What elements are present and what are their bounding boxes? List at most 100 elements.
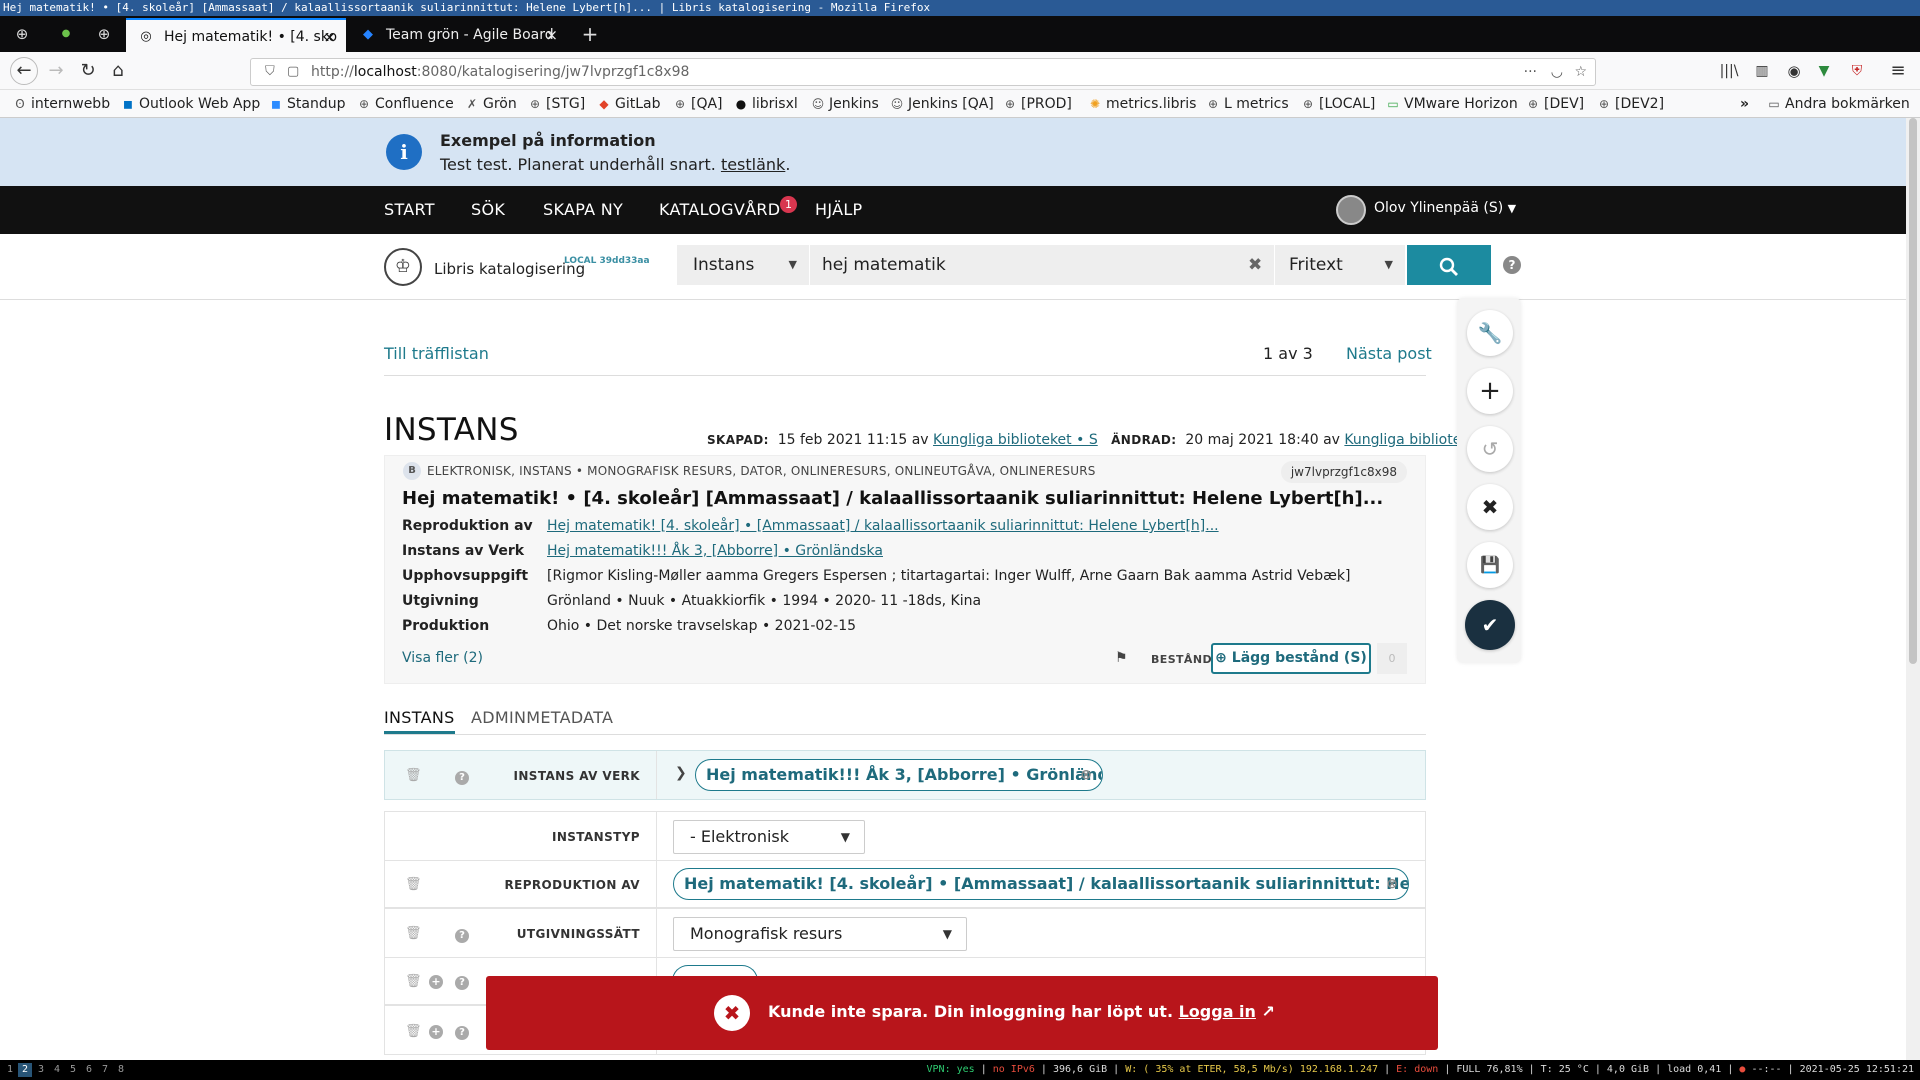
sidebar-icon[interactable]: ▥ bbox=[1750, 60, 1774, 82]
created-by-link[interactable]: Kungliga biblioteket • S bbox=[933, 432, 1098, 448]
login-link[interactable]: Logga in bbox=[1179, 1002, 1256, 1021]
help-icon[interactable]: ? bbox=[455, 974, 469, 990]
bookmark-other[interactable]: ▭ Andra bokmärken bbox=[1766, 94, 1909, 114]
new-tab-button[interactable]: + bbox=[580, 24, 600, 44]
help-icon[interactable]: ? bbox=[455, 769, 469, 785]
nav-start[interactable]: START bbox=[384, 200, 435, 219]
search-mode-select[interactable]: Fritext ▼ bbox=[1275, 245, 1405, 285]
vue-devtools-icon[interactable]: ▼ bbox=[1812, 60, 1836, 82]
reproduction-of-pill[interactable]: Hej matematik! [4. skoleår] • [Ammassaat… bbox=[673, 868, 1409, 900]
home-icon[interactable]: ⌂ bbox=[106, 60, 130, 82]
work-link[interactable]: Hej matematik!!! Åk 3, [Abborre] • Grönl… bbox=[547, 543, 883, 559]
save-and-close-button[interactable]: ✔ bbox=[1465, 600, 1515, 650]
search-input[interactable]: hej matematik bbox=[810, 245, 1274, 285]
remove-icon[interactable]: ⊗ bbox=[1386, 869, 1398, 899]
back-to-results-link[interactable]: Till träfflistan bbox=[384, 344, 489, 363]
add-icon[interactable]: + bbox=[429, 974, 443, 989]
bookmark-confluence[interactable]: ⊕ Confluence bbox=[356, 94, 454, 114]
bookmark-stg[interactable]: ⊕ [STG] bbox=[527, 94, 585, 114]
trash-icon[interactable]: 🗑 bbox=[405, 974, 422, 989]
show-more-link[interactable]: Visa fler (2) bbox=[402, 650, 483, 666]
menu-icon[interactable]: ≡ bbox=[1886, 60, 1910, 82]
tab-instans[interactable]: INSTANS bbox=[384, 708, 455, 734]
globe-icon[interactable]: ⊕ bbox=[12, 24, 32, 44]
bookmark-internwebb[interactable]: ʘ internwebb bbox=[12, 94, 110, 114]
workspace-7[interactable]: 7 bbox=[98, 1063, 112, 1077]
workspace-3[interactable]: 3 bbox=[34, 1063, 48, 1077]
save-button[interactable]: 💾 bbox=[1467, 542, 1513, 588]
nav-skapa-ny[interactable]: SKAPA NY bbox=[543, 200, 623, 219]
tab-agile-board[interactable]: ◆ Team grön - Agile Board × bbox=[348, 18, 568, 52]
search-button[interactable] bbox=[1407, 245, 1491, 285]
pocket-icon[interactable]: ◡ bbox=[1551, 59, 1563, 85]
bookmark-qa[interactable]: ⊕ [QA] bbox=[672, 94, 723, 114]
shield-icon[interactable]: ⛉ bbox=[265, 59, 275, 85]
bookmark-vmware[interactable]: ▭ VMware Horizon bbox=[1385, 94, 1517, 114]
nav-hjalp[interactable]: HJÄLP bbox=[815, 200, 862, 219]
help-icon[interactable]: ? bbox=[1503, 256, 1521, 274]
user-menu[interactable]: Olov Ylinenpää (S) ▼ bbox=[1374, 200, 1516, 216]
trash-icon[interactable]: 🗑 bbox=[405, 926, 422, 941]
help-icon[interactable]: ? bbox=[455, 927, 469, 943]
reproduction-link[interactable]: Hej matematik! [4. skoleår] • [Ammassaat… bbox=[547, 518, 1219, 534]
bookmark-local[interactable]: ⊕ [LOCAL] bbox=[1300, 94, 1375, 114]
nav-sok[interactable]: SÖK bbox=[471, 200, 505, 219]
trash-icon[interactable]: 🗑 bbox=[405, 877, 422, 892]
workspace-1[interactable]: 1 bbox=[3, 1063, 17, 1077]
instance-type-select[interactable]: - Elektronisk ▼ bbox=[673, 820, 865, 854]
bookmark-prod[interactable]: ⊕ [PROD] bbox=[1002, 94, 1072, 114]
error-icon[interactable]: ✖ bbox=[714, 995, 750, 1031]
close-tab-icon[interactable]: × bbox=[545, 18, 558, 52]
add-holding-button[interactable]: ⊕ Lägg bestånd (S) bbox=[1211, 643, 1371, 674]
workspace-6[interactable]: 6 bbox=[82, 1063, 96, 1077]
page-actions-icon[interactable]: ··· bbox=[1524, 59, 1537, 85]
nav-katalogvard[interactable]: KATALOGVÅRD bbox=[659, 200, 780, 219]
ublock-icon[interactable]: ⛨ bbox=[1845, 60, 1869, 82]
cancel-button[interactable]: ✖ bbox=[1467, 484, 1513, 530]
bookmark-dev[interactable]: ⊕ [DEV] bbox=[1525, 94, 1584, 114]
account-icon[interactable]: ◉ bbox=[1782, 60, 1806, 82]
forward-button-icon[interactable]: → bbox=[44, 60, 68, 82]
next-record-link[interactable]: Nästa post bbox=[1346, 344, 1432, 363]
search-type-select[interactable]: Instans ▼ bbox=[677, 245, 809, 285]
trash-icon[interactable]: 🗑 bbox=[405, 768, 422, 783]
scrollbar-thumb[interactable] bbox=[1909, 118, 1917, 664]
banner-link[interactable]: testlänk bbox=[721, 155, 785, 174]
bookmarks-overflow-icon[interactable]: » bbox=[1740, 94, 1749, 114]
bookmark-gitlab[interactable]: ◆ GitLab bbox=[596, 94, 660, 114]
bookmark-librisxl[interactable]: ● librisxl bbox=[733, 94, 798, 114]
avatar[interactable] bbox=[1336, 195, 1366, 225]
workspace-8[interactable]: 8 bbox=[114, 1063, 128, 1077]
workspace-2[interactable]: 2 bbox=[18, 1063, 32, 1077]
bookmark-jenkins-qa[interactable]: ☺ Jenkins [QA] bbox=[889, 94, 994, 114]
library-icon[interactable]: |||\ bbox=[1717, 60, 1741, 82]
trash-icon[interactable]: 🗑 bbox=[405, 1024, 422, 1039]
workspace-4[interactable]: 4 bbox=[50, 1063, 64, 1077]
bookmark-jenkins[interactable]: ☺ Jenkins bbox=[810, 94, 879, 114]
back-button-icon[interactable]: ← bbox=[10, 57, 38, 85]
bookmark-outlook[interactable]: ◼ Outlook Web App bbox=[120, 94, 260, 114]
tools-button[interactable]: 🔧 bbox=[1467, 310, 1513, 356]
add-field-button[interactable]: + bbox=[1467, 368, 1513, 414]
flag-icon[interactable]: ⚑ bbox=[1115, 650, 1128, 666]
undo-button[interactable]: ↺ bbox=[1467, 426, 1513, 472]
bookmark-standup[interactable]: ◼ Standup bbox=[268, 94, 345, 114]
bookmark-metrics-libris[interactable]: ✺ metrics.libris bbox=[1087, 94, 1196, 114]
chevron-right-icon[interactable]: ❯ bbox=[675, 765, 687, 781]
url-bar[interactable]: ⛉ ▢ http://localhost:8080/katalogisering… bbox=[250, 58, 1596, 86]
bookmark-l-metrics[interactable]: ⊕ L metrics bbox=[1205, 94, 1289, 114]
add-icon[interactable]: + bbox=[429, 1024, 443, 1039]
dot-icon[interactable]: ● bbox=[56, 24, 76, 44]
remove-icon[interactable]: ⊗ bbox=[1080, 760, 1092, 790]
clear-search-icon[interactable]: ✖ bbox=[1248, 255, 1262, 275]
bookmark-star-icon[interactable]: ☆ bbox=[1574, 59, 1587, 85]
tab-active[interactable]: ◎ Hej matematik! • [4. sko × bbox=[126, 18, 346, 52]
help-icon[interactable]: ? bbox=[455, 1024, 469, 1040]
globe-icon[interactable]: ⊕ bbox=[94, 24, 114, 44]
kb-logo-icon[interactable]: ♔ bbox=[384, 248, 422, 286]
workspace-5[interactable]: 5 bbox=[66, 1063, 80, 1077]
bookmark-gron[interactable]: ✗ Grön bbox=[464, 94, 517, 114]
page-info-icon[interactable]: ▢ bbox=[287, 59, 299, 85]
instance-of-pill[interactable]: Hej matematik!!! Åk 3, [Abborre] • Grönl… bbox=[695, 759, 1103, 791]
close-tab-icon[interactable]: × bbox=[323, 20, 336, 52]
